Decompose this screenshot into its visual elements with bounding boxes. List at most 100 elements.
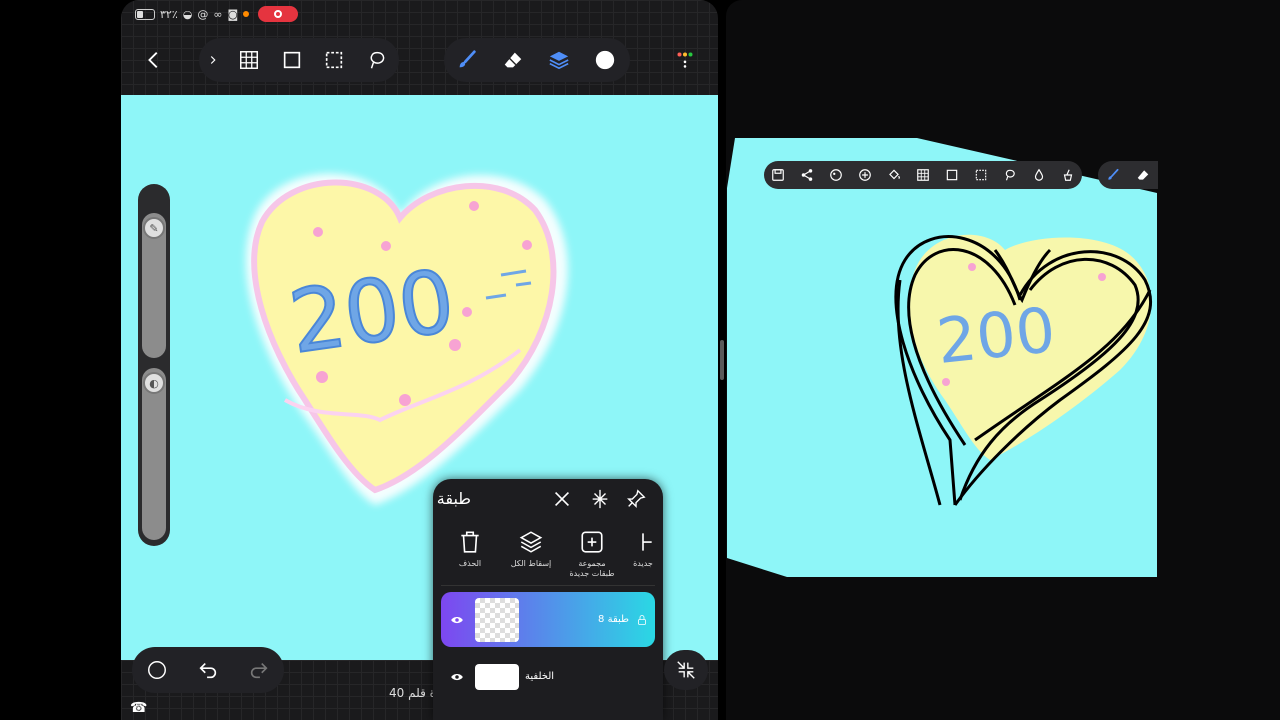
- left-drawing-app: ٣٢٪ ◒ @ ∞ ◙ 200 ✎ ◐ 40 جرة قلم طبقة الحذ…: [121, 0, 718, 720]
- grid-icon: [917, 169, 929, 181]
- circle-icon: [148, 661, 167, 679]
- back-button[interactable]: [131, 38, 177, 82]
- layers-panel: طبقة الحذف إسقاط الكل مجموعة طبقات جديدة…: [433, 479, 663, 720]
- flip-icon: [592, 489, 608, 509]
- layers-icon: [549, 51, 569, 70]
- adjust-button[interactable]: [826, 165, 846, 185]
- background-layer-name: الخلفية: [525, 671, 555, 682]
- expand-button[interactable]: [199, 38, 227, 82]
- flatten-icon: [519, 531, 543, 553]
- brush-size-slider[interactable]: ✎: [142, 213, 166, 358]
- grid-icon: [239, 51, 258, 69]
- selection-button-right[interactable]: [971, 165, 991, 185]
- collapse-icon: [677, 661, 695, 679]
- wifi-icon: ◒: [182, 7, 193, 21]
- delete-layer-button[interactable]: الحذف: [445, 527, 495, 569]
- new-group-button[interactable]: مجموعة طبقات جديدة: [567, 527, 617, 579]
- fill-button[interactable]: [884, 165, 904, 185]
- adjust-icon: [830, 169, 843, 181]
- drop-icon: [1034, 168, 1043, 181]
- layer-row-selected[interactable]: طبقة 8: [441, 592, 655, 647]
- new-layer-button[interactable]: جديدة: [623, 527, 663, 569]
- eraser-button[interactable]: [490, 38, 536, 82]
- collapse-button[interactable]: [664, 650, 708, 690]
- layers-button[interactable]: [536, 38, 582, 82]
- close-panel-button[interactable]: [549, 486, 575, 512]
- flatten-all-button[interactable]: إسقاط الكل: [506, 527, 556, 569]
- right-tool-group: [1098, 161, 1158, 189]
- right-canvas-artwork: 200: [727, 138, 1157, 577]
- brush-button-right[interactable]: [1103, 165, 1123, 185]
- save-button[interactable]: [768, 165, 788, 185]
- clean-icon: [1063, 169, 1072, 181]
- lock-icon[interactable]: [629, 614, 655, 626]
- save-icon: [772, 169, 785, 181]
- lasso-icon: [371, 51, 385, 69]
- grid-button[interactable]: [227, 38, 270, 82]
- trash-icon: [461, 531, 479, 553]
- share-icon: [802, 169, 813, 181]
- add-button[interactable]: [855, 165, 875, 185]
- lasso-button-right[interactable]: [1000, 165, 1020, 185]
- battery-percent: ٣٢٪: [160, 7, 178, 21]
- share-button[interactable]: [797, 165, 817, 185]
- eye-icon[interactable]: [445, 613, 469, 627]
- delete-layer-label: الحذف: [458, 559, 482, 568]
- recording-indicator[interactable]: [258, 6, 299, 22]
- layers-panel-title: طبقة: [436, 489, 471, 508]
- transform-button[interactable]: [270, 38, 313, 82]
- pencil-icon: ✎: [149, 221, 159, 235]
- transform-button-right[interactable]: [942, 165, 962, 185]
- at-icon: @: [197, 7, 209, 21]
- redo-icon: [250, 662, 268, 679]
- clean-button[interactable]: [1058, 165, 1078, 185]
- new-group-label: مجموعة طبقات جديدة: [569, 559, 615, 578]
- layer-row-background[interactable]: الخلفية: [441, 649, 655, 704]
- add-icon: [859, 169, 872, 181]
- eraser-button-right[interactable]: [1133, 165, 1153, 185]
- eraser-icon: [1137, 170, 1149, 180]
- smudge-button[interactable]: [1029, 165, 1049, 185]
- new-folder-icon: [581, 531, 603, 553]
- mirror-button[interactable]: [587, 486, 613, 512]
- phone-icon: ☎: [130, 700, 148, 716]
- new-layer-icon: [642, 533, 652, 551]
- brush-icon: [1108, 168, 1119, 180]
- opacity-icon: ◐: [149, 376, 159, 390]
- selection-icon: [975, 169, 987, 181]
- lasso-icon: [1005, 169, 1015, 181]
- background-thumbnail: [475, 663, 519, 690]
- lasso-button[interactable]: [356, 38, 399, 82]
- color-button[interactable]: [582, 38, 628, 82]
- link-icon: ∞: [213, 7, 223, 21]
- more-menu-button[interactable]: [662, 38, 708, 82]
- selection-button[interactable]: [313, 38, 356, 82]
- eraser-icon: [504, 52, 522, 68]
- color-swatch-icon: [595, 50, 615, 70]
- grid-button-right[interactable]: [913, 165, 933, 185]
- paint-bucket-icon: [889, 169, 900, 180]
- tools-toolbar-right: [444, 38, 630, 82]
- right-canvas-number: 200: [933, 293, 1058, 378]
- camera-icon: ◙: [227, 7, 239, 21]
- opacity-handle[interactable]: ◐: [143, 372, 165, 394]
- transform-icon: [946, 169, 958, 181]
- more-icon: [677, 52, 693, 68]
- pin-panel-button[interactable]: [623, 486, 649, 512]
- close-icon: [554, 491, 570, 507]
- undo-icon: [199, 662, 217, 679]
- brush-size-handle[interactable]: ✎: [143, 217, 165, 239]
- brush-button[interactable]: [444, 38, 490, 82]
- eye-icon[interactable]: [445, 670, 469, 684]
- tools-toolbar-left: [199, 38, 399, 82]
- flatten-all-label: إسقاط الكل: [510, 559, 552, 568]
- right-canvas[interactable]: 200: [727, 138, 1157, 577]
- pin-icon: [627, 489, 646, 508]
- battery-icon: [135, 8, 155, 20]
- record-icon: [274, 10, 283, 18]
- layer-thumbnail: [475, 597, 519, 642]
- opacity-slider[interactable]: ◐: [142, 368, 166, 540]
- split-view-divider[interactable]: [720, 340, 724, 380]
- right-toolbar: [764, 161, 1082, 189]
- back-icon: [148, 52, 158, 68]
